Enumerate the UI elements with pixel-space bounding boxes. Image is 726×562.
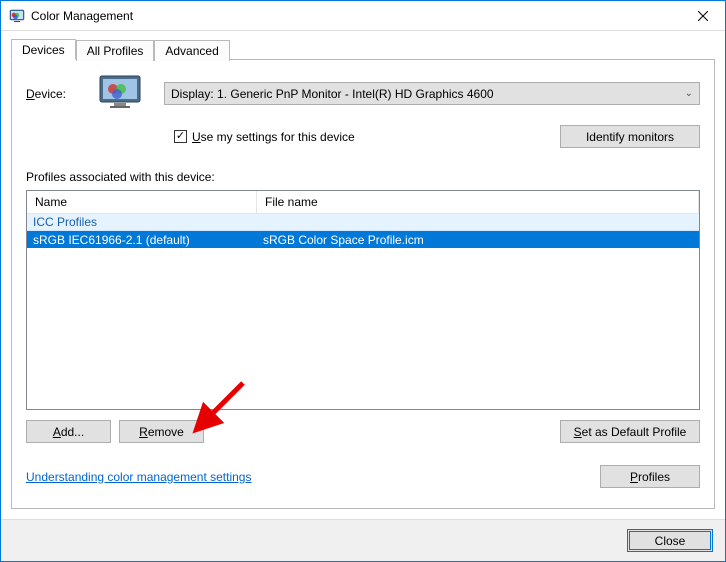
profiles-button[interactable]: Profiles: [600, 465, 700, 488]
profile-file-cell: sRGB Color Space Profile.icm: [257, 233, 699, 247]
device-dropdown[interactable]: Display: 1. Generic PnP Monitor - Intel(…: [164, 82, 700, 105]
monitor-icon: [98, 74, 142, 113]
app-icon: [9, 8, 25, 24]
dialog-body: Devices All Profiles Advanced Device:: [1, 31, 725, 519]
settings-row: ✓ Use my settings for this device Identi…: [174, 125, 700, 148]
titlebar: Color Management: [1, 1, 725, 31]
color-management-window: Color Management Devices All Profiles Ad…: [0, 0, 726, 562]
profile-row-selected[interactable]: sRGB IEC61966-2.1 (default) sRGB Color S…: [27, 231, 699, 248]
close-icon: [698, 11, 708, 21]
device-label: Device:: [26, 87, 76, 101]
profiles-section-label: Profiles associated with this device:: [26, 170, 700, 184]
link-row: Understanding color management settings …: [26, 465, 700, 488]
set-default-profile-button[interactable]: Set as Default Profile: [560, 420, 700, 443]
close-button[interactable]: Close: [627, 529, 713, 552]
tab-bar: Devices All Profiles Advanced: [11, 39, 715, 60]
tab-all-profiles[interactable]: All Profiles: [76, 40, 155, 61]
checkbox-box: ✓: [174, 130, 187, 143]
chevron-down-icon: ⌄: [685, 88, 693, 99]
device-selected-text: Display: 1. Generic PnP Monitor - Intel(…: [171, 87, 494, 101]
tab-devices[interactable]: Devices: [11, 39, 76, 60]
listview-header: Name File name: [27, 191, 699, 214]
listview-group-icc: ICC Profiles: [27, 214, 699, 231]
column-header-name[interactable]: Name: [27, 191, 257, 213]
profile-name-cell: sRGB IEC61966-2.1 (default): [27, 233, 257, 247]
identify-monitors-button[interactable]: Identify monitors: [560, 125, 700, 148]
devices-panel: Device: Display: 1. Generic PnP Monitor …: [11, 59, 715, 509]
use-my-settings-checkbox[interactable]: ✓ Use my settings for this device: [174, 130, 355, 144]
tab-advanced[interactable]: Advanced: [154, 40, 229, 61]
checkbox-label: Use my settings for this device: [192, 130, 355, 144]
column-header-file[interactable]: File name: [257, 191, 699, 213]
profiles-listview[interactable]: Name File name ICC Profiles sRGB IEC6196…: [26, 190, 700, 410]
add-button[interactable]: Add...: [26, 420, 111, 443]
window-title: Color Management: [31, 9, 680, 23]
understanding-link[interactable]: Understanding color management settings: [26, 470, 251, 484]
remove-button[interactable]: Remove: [119, 420, 204, 443]
listview-body: ICC Profiles sRGB IEC61966-2.1 (default)…: [27, 214, 699, 409]
close-window-button[interactable]: [680, 1, 725, 30]
profile-buttons-row: Add... Remove Set as Default Profile: [26, 420, 700, 443]
dialog-footer: Close: [1, 519, 725, 561]
device-row: Device: Display: 1. Generic PnP Monitor …: [26, 74, 700, 113]
